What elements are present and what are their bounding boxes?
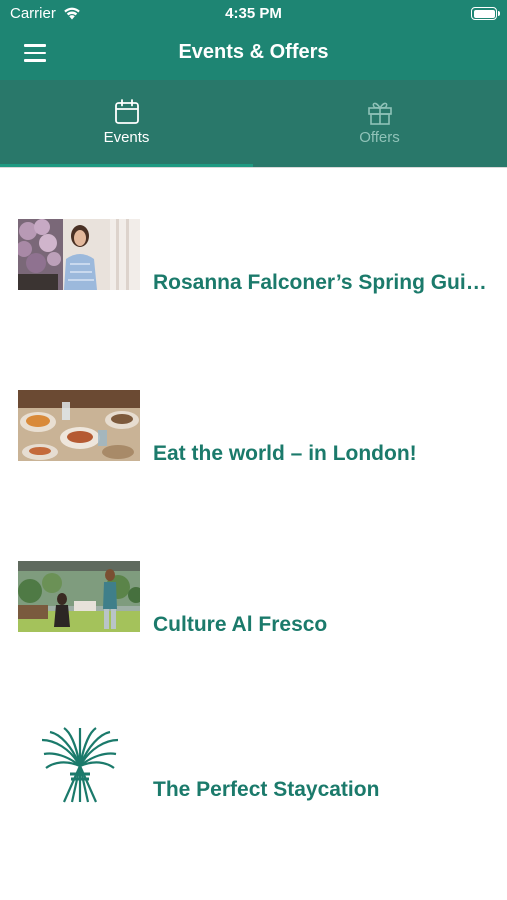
food-spread-photo <box>18 390 140 461</box>
clock-time: 4:35 PM <box>225 5 282 22</box>
tab-bar: Events Offers <box>0 80 507 167</box>
page-title: Events & Offers <box>178 41 329 63</box>
calendar-icon <box>115 99 139 124</box>
divider <box>0 167 507 168</box>
garden-terrace-photo <box>18 561 140 632</box>
list-item[interactable]: Eat the world – in London! <box>0 390 507 560</box>
status-bar: Carrier 4:35 PM <box>0 0 507 28</box>
list-item[interactable]: The Perfect Staycation <box>0 726 507 896</box>
event-title: Rosanna Falconer’s Spring Guide… <box>153 271 493 294</box>
gift-icon <box>368 102 392 125</box>
battery-icon <box>471 7 500 20</box>
list-item[interactable]: Culture Al Fresco <box>0 561 507 731</box>
tab-events[interactable]: Events <box>0 80 253 167</box>
tab-events-label: Events <box>103 129 150 146</box>
tab-offers-label: Offers <box>359 129 400 146</box>
woman-with-flowers-photo <box>18 219 140 290</box>
event-title: Eat the world – in London! <box>153 442 417 465</box>
wheat-sheaf-logo <box>40 726 120 806</box>
app-header: Carrier 4:35 PM Events & Offers <box>0 0 507 80</box>
list-item[interactable]: Rosanna Falconer’s Spring Guide… <box>0 219 507 389</box>
navigation-bar: Events & Offers <box>0 28 507 80</box>
event-title: Culture Al Fresco <box>153 613 328 636</box>
event-title: The Perfect Staycation <box>153 778 380 801</box>
tab-offers[interactable]: Offers <box>253 80 506 167</box>
